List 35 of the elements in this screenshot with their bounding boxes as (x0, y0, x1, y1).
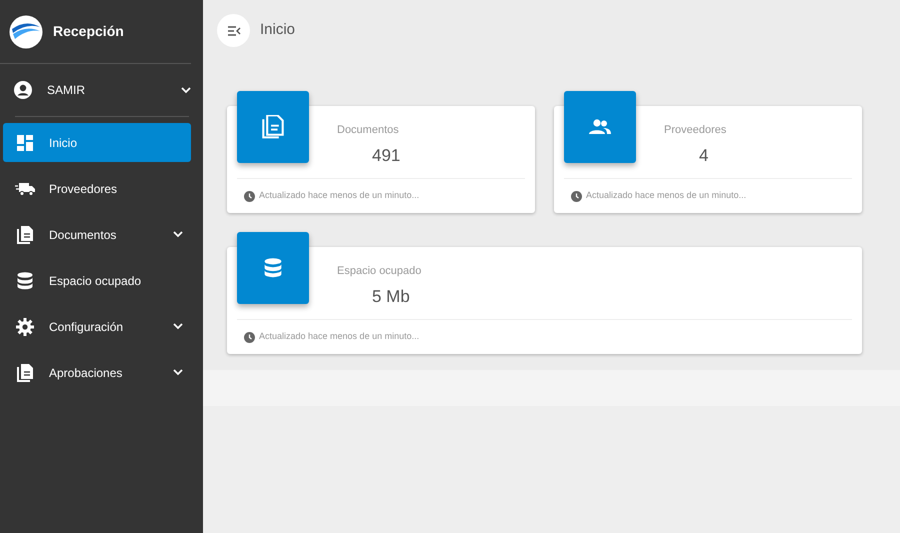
sidebar-item[interactable]: Espacio ocupado (3, 261, 191, 300)
stat-title: Espacio ocupado (337, 265, 422, 277)
sidebar-item[interactable]: Proveedores (3, 169, 191, 208)
database-icon (264, 258, 282, 278)
sidebar-item[interactable]: Inicio (3, 123, 191, 162)
menu-toggle-button[interactable] (217, 14, 250, 47)
stat-value: 491 (372, 145, 400, 167)
user-avatar-icon (14, 81, 32, 99)
update-note: Actualizado hace menos de un minuto... (259, 189, 420, 202)
app-title: Recepción (53, 22, 124, 41)
documents-icon (262, 115, 284, 139)
user-name: SAMIR (47, 82, 86, 99)
sidebar-item[interactable]: Documentos (3, 215, 191, 254)
page-title: Inicio (260, 20, 296, 40)
truck-icon (15, 182, 35, 196)
database-icon (17, 272, 33, 290)
logo-icon (9, 14, 43, 48)
stat-value: 5 Mb (372, 286, 410, 308)
stat-title: Documentos (337, 124, 399, 136)
user-menu[interactable]: SAMIR (0, 64, 203, 116)
update-note: Actualizado hace menos de un minuto... (259, 330, 420, 344)
sidebar-item[interactable]: Aprobaciones (3, 353, 191, 392)
documents-icon (16, 226, 34, 244)
settings-icon (16, 318, 34, 336)
update-note: Actualizado hace menos de un minuto... (586, 189, 746, 202)
people-icon (589, 119, 611, 135)
dashboard-icon (17, 134, 33, 150)
sidebar-item[interactable]: Configuración (3, 307, 191, 346)
stat-title: Proveedores (664, 124, 726, 136)
clock-icon (244, 332, 255, 342)
menu-icon (226, 24, 240, 36)
clock-icon (571, 190, 582, 202)
stat-value: 4 (699, 145, 708, 167)
clock-icon (244, 190, 255, 202)
documents-icon (16, 364, 34, 382)
